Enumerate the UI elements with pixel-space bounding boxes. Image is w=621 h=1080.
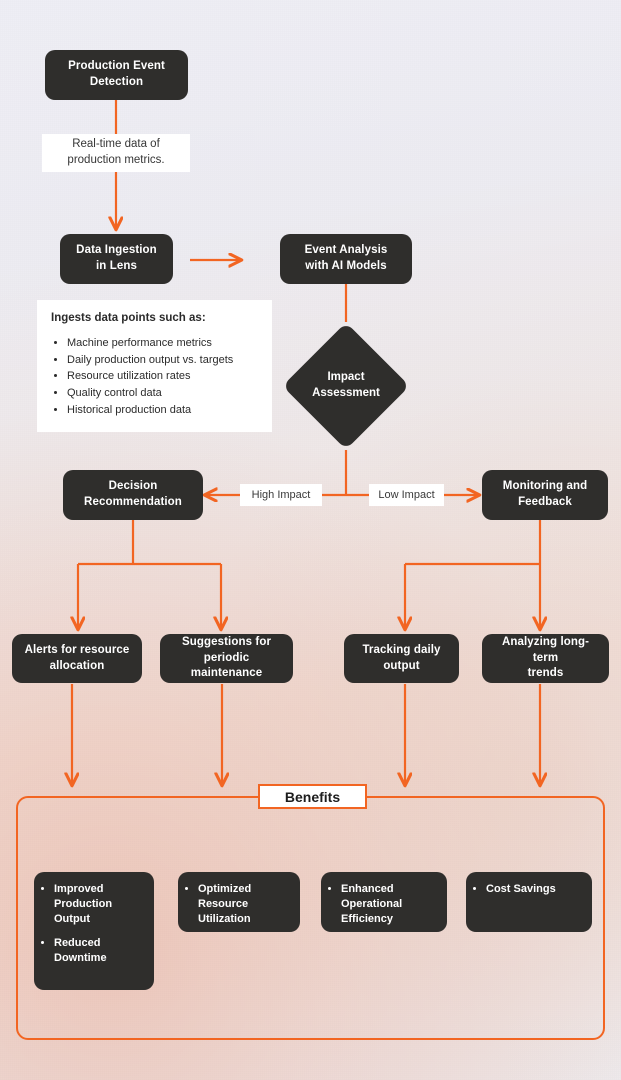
list-item: Machine performance metrics — [67, 335, 258, 352]
edge-label-realtime-data-text: Real-time data of production metrics. — [67, 138, 165, 166]
edge-label-high-impact: High Impact — [240, 484, 322, 506]
node-decision-recommendation[interactable]: Decision Recommendation — [63, 470, 203, 520]
list-item: Enhanced Operational Efficiency — [341, 882, 437, 928]
benefit-card-production-list: Improved Production Output Reduced Downt… — [40, 882, 144, 966]
node-analyzing-long-term-trends-label: Analyzing long-term trends — [501, 636, 590, 680]
list-item: Improved Production Output — [54, 882, 144, 928]
list-item: Historical production data — [67, 402, 258, 419]
node-monitoring-feedback-label: Monitoring and Feedback — [502, 480, 588, 508]
node-impact-assessment-label: Impact Assessment — [312, 371, 380, 399]
benefits-title-badge: Benefits — [258, 784, 367, 809]
node-data-ingestion-label: Data Ingestion in Lens — [76, 244, 157, 272]
benefit-card-cost-savings[interactable]: Cost Savings — [466, 872, 592, 932]
benefits-title-text: Benefits — [284, 788, 341, 805]
benefit-card-efficiency-list: Enhanced Operational Efficiency — [327, 882, 437, 928]
edge-label-realtime-data: Real-time data of production metrics. — [42, 134, 190, 172]
list-item: Quality control data — [67, 385, 258, 402]
list-item: Optimized Resource Utilization — [198, 882, 290, 928]
node-decision-recommendation-label: Decision Recommendation — [84, 480, 182, 508]
edge-label-low-impact: Low Impact — [369, 484, 444, 506]
edge-label-low-impact-text: Low Impact — [378, 488, 435, 501]
node-event-analysis[interactable]: Event Analysis with AI Models — [280, 234, 412, 284]
node-data-ingestion[interactable]: Data Ingestion in Lens — [60, 234, 173, 284]
ingest-details-list: Machine performance metrics Daily produc… — [51, 335, 258, 419]
list-item: Resource utilization rates — [67, 368, 258, 385]
benefit-card-resource[interactable]: Optimized Resource Utilization — [178, 872, 300, 932]
benefit-card-efficiency[interactable]: Enhanced Operational Efficiency — [321, 872, 447, 932]
benefit-card-production[interactable]: Improved Production Output Reduced Downt… — [34, 872, 154, 990]
node-production-event-detection[interactable]: Production Event Detection — [45, 50, 188, 100]
node-production-event-detection-label: Production Event Detection — [68, 60, 165, 88]
list-item: Daily production output vs. targets — [67, 352, 258, 369]
node-suggestions-for-periodic-maintenance[interactable]: Suggestions for periodic maintenance — [160, 634, 293, 683]
node-impact-assessment-label-wrap: Impact Assessment — [286, 363, 406, 409]
node-event-analysis-label: Event Analysis with AI Models — [304, 244, 388, 272]
flowchart-canvas: Production Event Detection Real-time data… — [0, 0, 621, 1080]
list-item: Cost Savings — [486, 882, 582, 897]
node-alerts-for-resource-allocation-label: Alerts for resource allocation — [24, 643, 130, 672]
node-analyzing-long-term-trends[interactable]: Analyzing long-term trends — [482, 634, 609, 683]
edge-label-high-impact-text: High Impact — [251, 488, 311, 501]
list-item: Reduced Downtime — [54, 936, 144, 966]
benefit-card-resource-list: Optimized Resource Utilization — [184, 882, 290, 928]
node-suggestions-for-periodic-maintenance-label: Suggestions for periodic maintenance — [181, 636, 272, 680]
node-monitoring-feedback[interactable]: Monitoring and Feedback — [482, 470, 608, 520]
node-tracking-daily-output-label: Tracking daily output — [362, 643, 441, 672]
benefit-card-cost-savings-list: Cost Savings — [472, 882, 582, 897]
node-tracking-daily-output[interactable]: Tracking daily output — [344, 634, 459, 683]
ingest-details-panel: Ingests data points such as: Machine per… — [37, 300, 272, 432]
node-alerts-for-resource-allocation[interactable]: Alerts for resource allocation — [12, 634, 142, 683]
ingest-details-title: Ingests data points such as: — [51, 312, 206, 324]
